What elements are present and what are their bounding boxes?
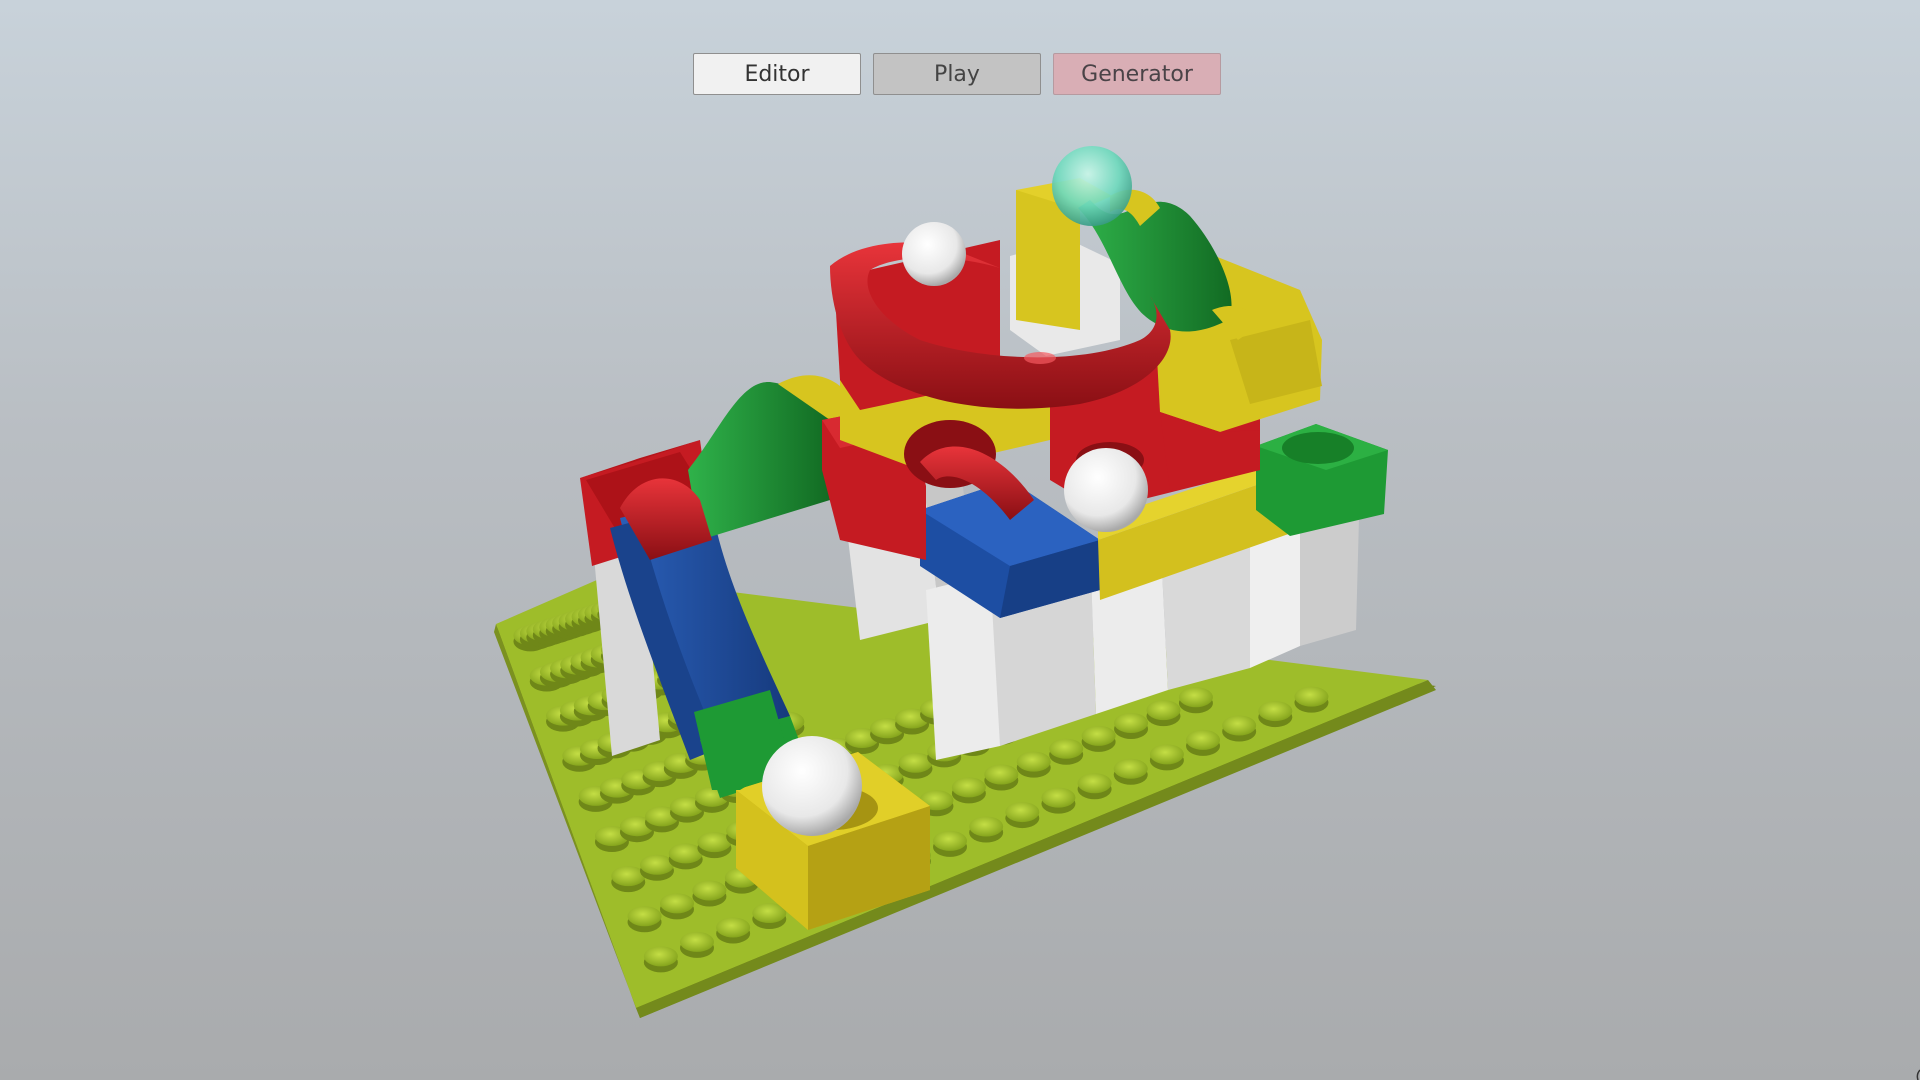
stud — [1041, 787, 1076, 808]
stud — [1016, 751, 1051, 772]
stud — [692, 880, 727, 901]
marble-teal-top — [1052, 146, 1132, 226]
resize-handle-icon[interactable] — [1906, 1066, 1920, 1080]
stud — [933, 830, 968, 851]
stud — [1146, 700, 1181, 721]
stud — [898, 752, 933, 773]
mode-toolbar: Editor Play Generator — [693, 53, 1221, 95]
marble-white-top — [902, 222, 966, 286]
stud — [1178, 687, 1213, 708]
stud — [627, 906, 662, 927]
stud — [1077, 773, 1112, 794]
stud — [639, 854, 674, 875]
stud — [716, 917, 751, 938]
stud — [1005, 802, 1040, 823]
stud — [1114, 712, 1149, 733]
stud — [1294, 686, 1329, 707]
stud — [1222, 715, 1257, 736]
stud — [659, 893, 694, 914]
marble-white-bottom — [762, 736, 862, 836]
stud — [984, 764, 1019, 785]
stud — [1113, 758, 1148, 779]
stud — [611, 866, 646, 887]
play-button[interactable]: Play — [873, 53, 1041, 95]
stud — [1081, 725, 1116, 746]
stud — [951, 777, 986, 798]
stud — [697, 832, 732, 853]
stud — [1049, 738, 1084, 759]
stud — [679, 931, 714, 952]
3d-viewport[interactable]: Editor Play Generator — [0, 0, 1920, 1080]
stud — [1186, 729, 1221, 750]
stud — [643, 946, 678, 967]
green-block-right[interactable] — [1256, 424, 1388, 536]
stud — [1149, 744, 1184, 765]
marble-white-middle — [1064, 448, 1148, 532]
marble-run-scene[interactable] — [0, 0, 1920, 1080]
editor-button[interactable]: Editor — [693, 53, 861, 95]
stud — [969, 816, 1004, 837]
stud — [1258, 701, 1293, 722]
generator-button[interactable]: Generator — [1053, 53, 1221, 95]
stud — [668, 843, 703, 864]
